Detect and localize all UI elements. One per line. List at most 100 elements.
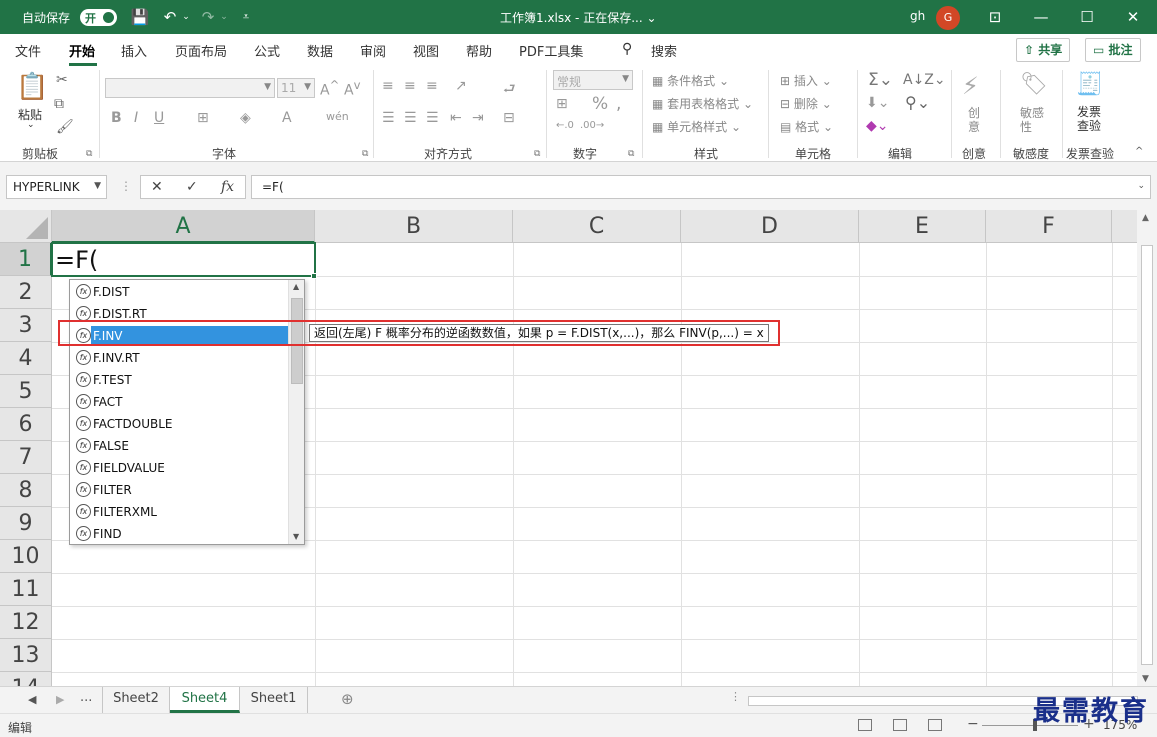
percent-icon[interactable]: % <box>592 94 608 114</box>
fill-color-icon[interactable]: ◈ <box>240 110 251 126</box>
column-header-a[interactable]: A <box>52 210 315 243</box>
zoom-out-icon[interactable]: − <box>967 716 979 732</box>
tab-help[interactable]: 帮助 <box>466 41 492 60</box>
list-item[interactable]: fx FACT <box>71 391 288 413</box>
row-header[interactable]: 4 <box>0 342 52 375</box>
page-break-view-icon[interactable] <box>928 719 942 731</box>
orientation-icon[interactable]: ↗ <box>455 78 467 94</box>
avatar[interactable]: G <box>936 6 960 30</box>
italic-icon[interactable]: I <box>134 110 138 126</box>
sheet-tab-sheet4[interactable]: Sheet4 <box>170 687 240 713</box>
row-header[interactable]: 14 <box>0 672 52 686</box>
sensitivity-icon[interactable]: 🏷 <box>1020 72 1048 97</box>
format-as-table-button[interactable]: ▦ 套用表格格式 ⌄ <box>652 95 753 112</box>
scroll-down-icon[interactable]: ▼ <box>1142 674 1149 684</box>
align-middle-icon[interactable]: ≡ <box>404 78 416 94</box>
tab-formulas[interactable]: 公式 <box>254 41 280 60</box>
font-launcher-icon[interactable]: ⧉ <box>362 149 368 159</box>
increase-decimal-icon[interactable]: ←.0 <box>556 120 574 131</box>
search-label[interactable]: 搜索 <box>651 41 677 60</box>
tab-insert[interactable]: 插入 <box>121 41 147 60</box>
column-header-d[interactable]: D <box>681 210 859 243</box>
sheet-tab-sheet1[interactable]: Sheet1 <box>240 687 308 713</box>
row-header[interactable]: 13 <box>0 639 52 672</box>
scroll-down-icon[interactable]: ▼ <box>293 532 299 541</box>
undo-dropdown-icon[interactable]: ⌄ <box>176 7 196 27</box>
cancel-icon[interactable]: ✕ <box>151 179 163 195</box>
tab-review[interactable]: 审阅 <box>360 41 386 60</box>
clear-icon[interactable]: ◆⌄ <box>866 118 889 134</box>
decrease-font-icon[interactable]: Av <box>344 78 360 99</box>
vertical-scroll-thumb[interactable] <box>1141 245 1153 665</box>
cell-styles-button[interactable]: ▦ 单元格样式 ⌄ <box>652 118 741 135</box>
list-item[interactable]: fx F.DIST <box>71 281 288 303</box>
row-header[interactable]: 1 <box>0 243 52 276</box>
list-item[interactable]: fx F.TEST <box>71 369 288 391</box>
borders-icon[interactable]: ⊞ <box>197 110 209 126</box>
column-header-c[interactable]: C <box>513 210 681 243</box>
alignment-launcher-icon[interactable]: ⧉ <box>534 149 540 159</box>
align-right-icon[interactable]: ☰ <box>426 110 439 126</box>
row-header[interactable]: 3 <box>0 309 52 342</box>
ribbon-display-icon[interactable]: ⊡ <box>972 0 1018 34</box>
minimize-icon[interactable]: — <box>1018 0 1064 34</box>
number-format-combo[interactable]: 常规 ▼ <box>553 70 633 90</box>
collapse-ribbon-icon[interactable]: ^ <box>1135 146 1143 157</box>
row-header[interactable]: 12 <box>0 606 52 639</box>
invoice-check-icon[interactable]: 🧾 <box>1076 72 1103 97</box>
tab-data[interactable]: 数据 <box>307 41 333 60</box>
align-bottom-icon[interactable]: ≡ <box>426 78 438 94</box>
redo-dropdown-icon[interactable]: ⌄ <box>214 7 234 27</box>
customize-toolbar-icon[interactable]: ⩡ <box>236 7 256 27</box>
save-icon[interactable]: 💾 <box>130 7 150 27</box>
sheet-tab-sheet2[interactable]: Sheet2 <box>102 687 170 713</box>
split-handle-icon[interactable]: ⋮ <box>730 690 741 703</box>
search-icon[interactable]: ⚲ <box>622 41 632 57</box>
active-cell-a1[interactable]: =F( <box>51 242 316 277</box>
name-box[interactable]: HYPERLINK ▼ <box>6 175 107 199</box>
cut-icon[interactable]: ✂ <box>56 72 68 88</box>
close-icon[interactable]: ✕ <box>1110 0 1156 34</box>
invoice-check-button[interactable]: 发票查验 <box>1077 105 1105 133</box>
autosave-toggle[interactable]: 开 <box>80 9 117 26</box>
decrease-decimal-icon[interactable]: .00→ <box>580 120 604 131</box>
list-item[interactable]: fx FIND <box>71 523 288 545</box>
column-header-partial[interactable] <box>1112 210 1137 243</box>
list-item[interactable]: fx FILTER <box>71 479 288 501</box>
scroll-up-icon[interactable]: ▲ <box>293 282 299 291</box>
comments-button[interactable]: ▭ 批注 <box>1085 38 1141 62</box>
align-top-icon[interactable]: ≡ <box>382 78 394 94</box>
column-header-b[interactable]: B <box>315 210 513 243</box>
delete-cells-button[interactable]: ⊟ 删除 ⌄ <box>780 95 832 112</box>
row-header[interactable]: 6 <box>0 408 52 441</box>
insert-function-icon[interactable]: fx <box>221 179 234 195</box>
add-sheet-icon[interactable]: ⊕ <box>341 690 354 708</box>
creativity-button[interactable]: 创意 <box>968 106 982 134</box>
normal-view-icon[interactable] <box>858 719 872 731</box>
align-left-icon[interactable]: ☰ <box>382 110 395 126</box>
number-launcher-icon[interactable]: ⧉ <box>628 149 634 159</box>
more-sheets-button[interactable]: ... <box>80 690 92 705</box>
list-item[interactable]: fx F.INV.RT <box>71 347 288 369</box>
clipboard-launcher-icon[interactable]: ⧉ <box>86 149 92 159</box>
insert-cells-button[interactable]: ⊞ 插入 ⌄ <box>780 72 832 89</box>
list-item[interactable]: fx FIELDVALUE <box>71 457 288 479</box>
row-header[interactable]: 11 <box>0 573 52 606</box>
phonetic-icon[interactable]: wén <box>326 110 349 123</box>
select-all-corner[interactable] <box>0 210 52 243</box>
paste-icon[interactable]: 📋 <box>16 72 48 102</box>
underline-icon[interactable]: U <box>154 110 164 126</box>
wrap-text-icon[interactable]: ⮐ <box>503 78 516 102</box>
column-header-e[interactable]: E <box>859 210 986 243</box>
row-header[interactable]: 2 <box>0 276 52 309</box>
maximize-icon[interactable]: ☐ <box>1064 0 1110 34</box>
vertical-scrollbar[interactable]: ▲ ▼ <box>1137 210 1157 686</box>
comma-icon[interactable]: , <box>616 94 621 114</box>
format-cells-button[interactable]: ▤ 格式 ⌄ <box>780 118 833 135</box>
formula-input[interactable]: =F( ⌄ <box>251 175 1151 199</box>
row-header[interactable]: 7 <box>0 441 52 474</box>
increase-font-icon[interactable]: A^ <box>320 78 339 99</box>
merge-center-icon[interactable]: ⊟ <box>503 110 515 126</box>
decrease-indent-icon[interactable]: ⇤ <box>450 110 462 126</box>
fill-handle[interactable] <box>311 273 317 279</box>
